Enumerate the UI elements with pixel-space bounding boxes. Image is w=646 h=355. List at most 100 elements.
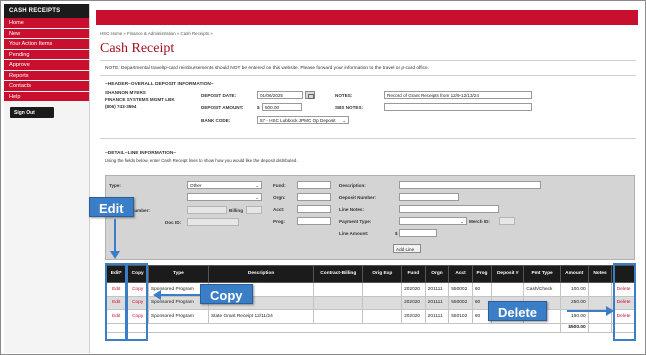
deposit-date-label: DEPOSIT DATE:: [201, 93, 237, 98]
detail-entry-panel: [105, 175, 635, 260]
line-notes-field[interactable]: [399, 205, 499, 213]
fund-field[interactable]: [297, 181, 331, 189]
type-select[interactable]: Other ⌄: [187, 181, 262, 189]
billing-checkbox: [246, 206, 262, 214]
line-amount-field[interactable]: [399, 229, 437, 237]
row-acct: 550002: [448, 295, 473, 310]
sidebar-item-contacts[interactable]: Contacts: [4, 81, 89, 92]
prog-label: Prog:: [273, 219, 285, 224]
deposit-date-field[interactable]: 01/06/2025: [257, 91, 303, 99]
breadcrumb[interactable]: HSC Home » Finance & Administration » Ca…: [100, 31, 213, 36]
type-value: Other: [190, 183, 202, 188]
deposit-number-field[interactable]: [399, 193, 459, 201]
acct-label: Acct:: [273, 207, 285, 212]
notes-field[interactable]: Record of Grant Receipts from 12/9-12/13…: [384, 91, 532, 99]
table-header-row: Edit* Copy Type Description Contract-Bil…: [104, 265, 636, 283]
edit-arrow-head: [110, 251, 120, 259]
chevron-down-icon: ⌄: [255, 195, 259, 200]
col-notes: Notes: [587, 265, 613, 283]
col-prog: Prog: [471, 265, 493, 283]
sidebar-item-approve[interactable]: Approve: [4, 60, 89, 71]
header-section-title: ~HEADER~OVERALL DEPOSIT INFORMATION~: [105, 82, 214, 87]
sidebar-item-reports[interactable]: Reports: [4, 70, 89, 81]
row-acct: 550002: [448, 282, 473, 297]
prog-field[interactable]: [297, 217, 331, 225]
deposit-number-label: Deposit Number:: [339, 195, 377, 200]
merch-id-field: [499, 217, 515, 225]
col-type: Type: [147, 265, 209, 283]
row-orig-exp: [362, 309, 403, 324]
table-total-row: $500.00: [105, 322, 636, 333]
row-type: Sponsored Program: [147, 309, 209, 324]
row-fund: 202020: [401, 282, 426, 297]
currency-symbol: $: [395, 231, 398, 236]
sidebar-item-pending[interactable]: Pending: [4, 49, 89, 60]
row-contract-billing: [313, 295, 364, 310]
row-fund: 202020: [401, 295, 426, 310]
sidebar-item-new[interactable]: New: [4, 28, 89, 39]
edit-column-highlight: [105, 263, 127, 341]
contact-phone: (806) 743-3694: [105, 104, 137, 109]
contract-number-field: [187, 206, 227, 214]
row-orgn: 201111: [424, 309, 450, 324]
row-orig-exp: [362, 295, 403, 310]
payment-type-label: Payment Type:: [339, 219, 372, 224]
col-acct: Acct: [448, 265, 473, 283]
chevron-down-icon: ⌄: [460, 219, 464, 224]
sidebar-item-help[interactable]: Help: [4, 91, 89, 102]
col-pmt-type: Pmt Type: [523, 265, 561, 283]
chevron-down-icon: ⌄: [342, 118, 346, 123]
divider: [100, 75, 636, 76]
sbs-notes-field[interactable]: [384, 103, 532, 111]
detail-section-title: ~DETAIL~LINE INFORMATION~: [105, 151, 177, 156]
col-deposit-number: Deposit #: [491, 265, 525, 283]
col-amount: Amount: [559, 265, 589, 283]
row-amount: 250.00: [559, 295, 589, 310]
currency-symbol: $: [257, 105, 260, 110]
delete-callout: Delete: [488, 301, 548, 321]
type-label: Type:: [109, 183, 121, 188]
acct-field[interactable]: [297, 205, 331, 213]
calendar-icon[interactable]: [305, 91, 315, 99]
bank-code-select[interactable]: 57 - HSC Lubbock JPMC Op Deposit ⌄: [257, 116, 349, 124]
row-deposit-number: [491, 282, 525, 297]
line-notes-label: Line Notes:: [339, 207, 365, 212]
deposit-amount-field[interactable]: 500.00: [262, 103, 302, 111]
detail-instructions: Using the fields below, enter Cash Recei…: [105, 158, 298, 163]
description-field[interactable]: [399, 181, 541, 189]
page-note: NOTE: Departmental travel/p-card reimbur…: [105, 66, 430, 71]
divider: [100, 138, 636, 139]
payment-type-select[interactable]: ⌄: [399, 217, 467, 225]
edit-arrow-shaft: [114, 219, 116, 252]
row-notes: [587, 282, 613, 297]
description-label: Description:: [339, 183, 366, 188]
col-fund: Fund: [401, 265, 426, 283]
col-description: Description: [207, 265, 315, 283]
row-contract-billing: [313, 309, 364, 324]
doc-id-field: [187, 218, 239, 226]
deposit-amount-label: DEPOSIT AMOUNT:: [201, 105, 244, 110]
sidebar-item-action-items[interactable]: Your Action Items: [4, 39, 89, 50]
col-orgn: Orgn: [424, 265, 450, 283]
row-description: State Grant Receipt 12/11/24: [207, 309, 315, 324]
doc-id-label: Doc ID:: [165, 220, 182, 225]
orgn-field[interactable]: [297, 193, 331, 201]
subtype-select[interactable]: ⌄: [187, 193, 262, 201]
fund-label: Fund:: [273, 183, 286, 188]
line-amount-label: Line Amount:: [339, 231, 369, 236]
sidebar-item-home[interactable]: Home: [4, 18, 89, 29]
deposit-lines-table: Edit* Copy Type Description Contract-Bil…: [104, 265, 636, 333]
total-amount: $500.00: [559, 322, 589, 333]
bank-code-label: BANK CODE:: [201, 118, 231, 123]
contact-name: SHANNON MYERS: [105, 90, 146, 95]
screenshot-frame: CASH RECEIPTS Home New Your Action Items…: [0, 0, 646, 355]
sign-out-button[interactable]: Sign Out: [10, 107, 54, 118]
row-orig-exp: [362, 282, 403, 297]
delete-column-highlight: [613, 263, 636, 341]
sbs-notes-label: SBS NOTES:: [335, 105, 364, 110]
bank-code-value: 57 - HSC Lubbock JPMC Op Deposit: [260, 118, 336, 123]
add-line-button[interactable]: Add Line: [393, 244, 421, 253]
orgn-label: Orgn:: [273, 195, 286, 200]
sidebar: CASH RECEIPTS Home New Your Action Items…: [4, 4, 90, 353]
table-row: Edit Copy Sponsored Program State Grant …: [104, 309, 636, 324]
